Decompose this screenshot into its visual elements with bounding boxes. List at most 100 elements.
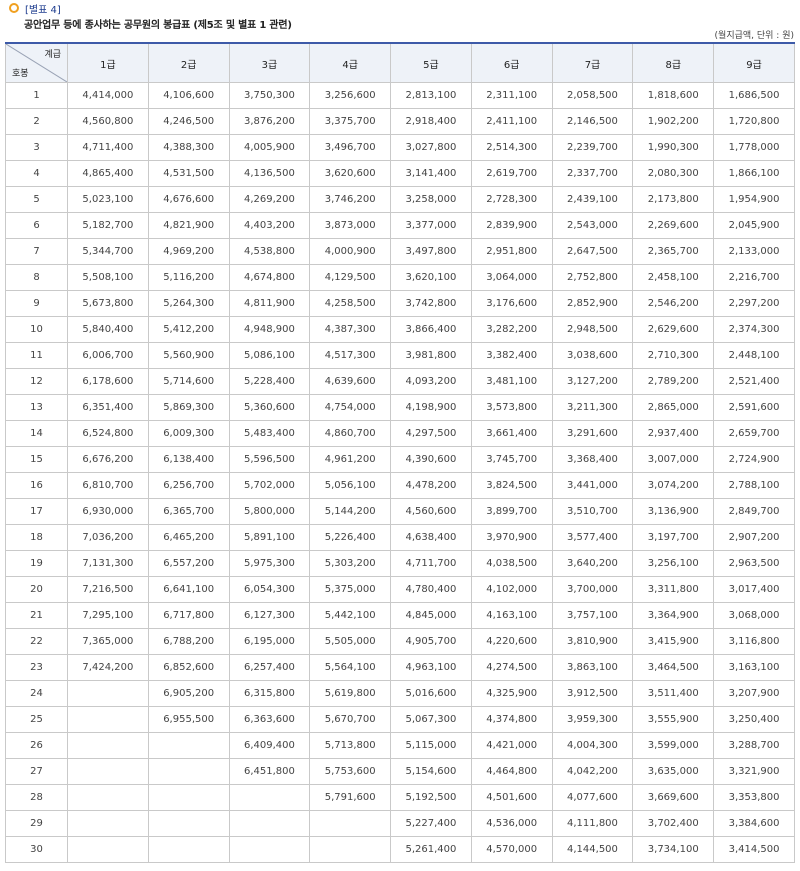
- salary-cell: 3,873,000: [309, 212, 392, 239]
- salary-cell: 6,315,800: [228, 680, 311, 707]
- salary-cell: 2,728,300: [470, 186, 553, 213]
- table-row: 27 6,451,800 5,753,600 5,154,600 4,464,800 4,…: [5, 758, 795, 785]
- salary-cell: 5,412,200: [147, 316, 230, 343]
- salary-cell: 1,818,600: [632, 82, 715, 109]
- salary-cell: 4,414,000: [67, 82, 149, 109]
- step-number-cell: 7: [5, 238, 68, 265]
- salary-cell: 5,375,000: [309, 576, 392, 603]
- salary-cell: 2,948,500: [551, 316, 634, 343]
- step-number-cell: 20: [5, 576, 68, 603]
- salary-cell: 2,216,700: [713, 264, 795, 291]
- salary-cell: 3,258,000: [390, 186, 472, 213]
- salary-cell: 4,129,500: [309, 264, 392, 291]
- salary-cell: 2,133,000: [713, 238, 795, 265]
- table-row: 26 6,409,400 5,713,800 5,115,000 4,421,000 4,…: [5, 732, 795, 759]
- salary-cell: 4,246,500: [147, 108, 230, 135]
- salary-cell: 3,027,800: [390, 134, 472, 161]
- salary-cell: 3,353,800: [713, 784, 795, 811]
- salary-cell: 5,182,700: [67, 212, 149, 239]
- salary-cell: 5,264,300: [147, 290, 230, 317]
- salary-cell: 4,754,000: [309, 394, 392, 421]
- salary-cell: 7,365,000: [67, 628, 149, 655]
- unit-note: (월지급액, 단위 : 원): [714, 31, 794, 41]
- salary-cell: 4,961,200: [309, 446, 392, 473]
- salary-cell: 4,501,600: [470, 784, 553, 811]
- salary-cell: 6,852,600: [147, 654, 230, 681]
- salary-cell: 4,560,600: [390, 498, 472, 525]
- salary-cell: 4,111,800: [551, 810, 634, 837]
- salary-cell: 3,599,000: [632, 732, 715, 759]
- step-number-cell: 1: [5, 82, 68, 109]
- salary-cell: 4,780,400: [390, 576, 472, 603]
- salary-cell: 6,054,300: [228, 576, 311, 603]
- table-row: 1 4,414,000 4,106,600 3,750,300 3,256,600 2,8…: [5, 82, 795, 109]
- salary-cell: 4,374,800: [470, 706, 553, 733]
- salary-cell: 2,951,800: [470, 238, 553, 265]
- table-row: 5 5,023,100 4,676,600 4,269,200 3,746,200 3,2…: [5, 186, 795, 213]
- salary-cell: 5,891,100: [228, 524, 311, 551]
- salary-cell: [147, 758, 230, 785]
- step-number-cell: 5: [5, 186, 68, 213]
- table-row: 29 5,227,400 4,536,000 4,111,800 3,702,400 3,…: [5, 810, 795, 837]
- salary-cell: 3,620,600: [309, 160, 392, 187]
- salary-cell: [67, 810, 149, 837]
- salary-cell: 4,639,600: [309, 368, 392, 395]
- salary-cell: 3,017,400: [713, 576, 795, 603]
- salary-cell: 3,127,200: [551, 368, 634, 395]
- salary-cell: 2,724,900: [713, 446, 795, 473]
- salary-cell: 4,387,300: [309, 316, 392, 343]
- salary-cell: 5,144,200: [309, 498, 392, 525]
- table-row: 28 5,791,600 5,192,500 4,501,600 4,077,600 3,…: [5, 784, 795, 811]
- table-row: 10 5,840,400 5,412,200 4,948,900 4,387,300 3,…: [5, 316, 795, 343]
- step-number-cell: 2: [5, 108, 68, 135]
- step-number-cell: 18: [5, 524, 68, 551]
- salary-cell: 2,411,100: [470, 108, 553, 135]
- salary-cell: 6,788,200: [147, 628, 230, 655]
- table-row: 13 6,351,400 5,869,300 5,360,600 4,754,000 4,…: [5, 394, 795, 421]
- salary-cell: 2,374,300: [713, 316, 795, 343]
- table-row: 12 6,178,600 5,714,600 5,228,400 4,639,600 4,…: [5, 368, 795, 395]
- table-row: 21 7,295,100 6,717,800 6,127,300 5,442,100 4,…: [5, 602, 795, 629]
- grade-header-cell: 5급: [390, 42, 472, 83]
- salary-cell: 3,038,600: [551, 342, 634, 369]
- salary-cell: 5,154,600: [390, 758, 472, 785]
- salary-cell: 3,959,300: [551, 706, 634, 733]
- salary-cell: 4,093,200: [390, 368, 472, 395]
- salary-cell: 2,311,100: [470, 82, 553, 109]
- salary-cell: 4,845,000: [390, 602, 472, 629]
- step-number-cell: 21: [5, 602, 68, 629]
- salary-cell: 6,465,200: [147, 524, 230, 551]
- salary-cell: 2,521,400: [713, 368, 795, 395]
- salary-cell: 5,505,000: [309, 628, 392, 655]
- salary-cell: 5,483,400: [228, 420, 311, 447]
- salary-cell: 2,439,100: [551, 186, 634, 213]
- salary-cell: 4,163,100: [470, 602, 553, 629]
- step-number-cell: 11: [5, 342, 68, 369]
- salary-cell: 1,954,900: [713, 186, 795, 213]
- salary-cell: 3,074,200: [632, 472, 715, 499]
- salary-cell: 3,981,800: [390, 342, 472, 369]
- salary-cell: 3,734,100: [632, 836, 715, 863]
- salary-cell: 2,045,900: [713, 212, 795, 239]
- salary-cell: 4,325,900: [470, 680, 553, 707]
- salary-cell: 2,365,700: [632, 238, 715, 265]
- salary-cell: 3,511,400: [632, 680, 715, 707]
- salary-cell: 5,227,400: [390, 810, 472, 837]
- salary-cell: 7,036,200: [67, 524, 149, 551]
- salary-cell: 5,360,600: [228, 394, 311, 421]
- salary-cell: 3,970,900: [470, 524, 553, 551]
- table-row: 17 6,930,000 6,365,700 5,800,000 5,144,200 4,…: [5, 498, 795, 525]
- salary-cell: 3,163,100: [713, 654, 795, 681]
- salary-cell: 5,702,000: [228, 472, 311, 499]
- salary-cell: 5,791,600: [309, 784, 392, 811]
- grade-header-cell: 8급: [632, 42, 715, 83]
- salary-cell: 2,659,700: [713, 420, 795, 447]
- salary-cell: 4,102,000: [470, 576, 553, 603]
- salary-cell: 5,442,100: [309, 602, 392, 629]
- salary-cell: 1,866,100: [713, 160, 795, 187]
- table-body: 1 4,414,000 4,106,600 3,750,300 3,256,600 2,8…: [5, 82, 795, 863]
- salary-cell: 2,239,700: [551, 134, 634, 161]
- salary-cell: 3,368,400: [551, 446, 634, 473]
- step-number-cell: 15: [5, 446, 68, 473]
- salary-cell: 3,311,800: [632, 576, 715, 603]
